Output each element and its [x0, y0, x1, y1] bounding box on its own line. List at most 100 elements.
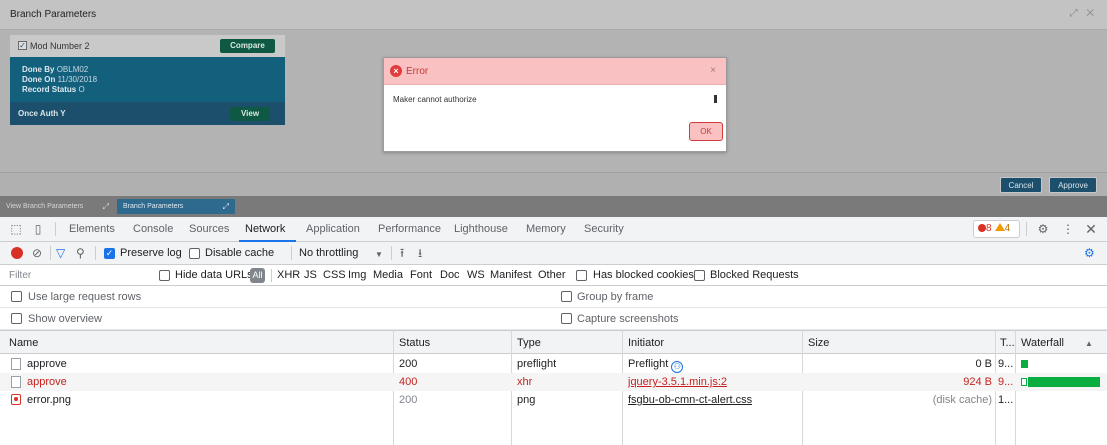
- disable-cache-label: Disable cache: [205, 247, 275, 259]
- close-icon[interactable]: ×: [710, 65, 716, 76]
- filter-type-xhr[interactable]: XHR: [277, 269, 300, 281]
- ok-button[interactable]: OK: [689, 122, 723, 141]
- divider: [391, 246, 392, 260]
- show-overview-checkbox[interactable]: [11, 313, 22, 324]
- mod-card-details: Done By OBLM02 Done On 11/30/2018 Record…: [10, 57, 285, 102]
- mod-checkbox[interactable]: ✓: [18, 41, 27, 50]
- filter-type-css[interactable]: CSS: [323, 269, 346, 281]
- error-dialog: × Error × Maker cannot authorize OK: [383, 57, 727, 152]
- network-toolbar: ⊘ ▽ ⚲ ✓ Preserve log Disable cache No th…: [0, 242, 1107, 265]
- request-type: preflight: [517, 358, 557, 370]
- filter-type-manifest[interactable]: Manifest: [490, 269, 532, 281]
- image-file-icon: [11, 394, 21, 405]
- tab-console[interactable]: Console: [133, 223, 173, 235]
- column-waterfall[interactable]: Waterfall: [1021, 337, 1064, 349]
- filter-type-js[interactable]: JS: [304, 269, 317, 281]
- tab-network[interactable]: Network: [245, 223, 285, 235]
- restore-icon: ⤢: [222, 202, 229, 211]
- dropdown-arrow-icon[interactable]: ▼: [375, 248, 383, 262]
- filter-type-all[interactable]: All: [250, 268, 265, 283]
- device-toolbar-icon[interactable]: ▯: [31, 222, 45, 236]
- tab-security[interactable]: Security: [584, 223, 624, 235]
- column-name[interactable]: Name: [9, 337, 38, 349]
- compare-button[interactable]: Compare: [220, 39, 275, 53]
- column-type[interactable]: Type: [517, 337, 541, 349]
- request-type: xhr: [517, 376, 533, 388]
- request-time: 9...: [998, 358, 1014, 370]
- capture-screenshots-checkbox[interactable]: [561, 313, 572, 324]
- tab-application[interactable]: Application: [306, 223, 360, 235]
- export-har-icon[interactable]: ⭳: [418, 246, 422, 260]
- filter-input[interactable]: Filter: [9, 270, 31, 281]
- record-status-value: O: [78, 85, 85, 94]
- mod-card-header: ✓ Mod Number 2 Compare: [10, 35, 285, 57]
- request-initiator-link[interactable]: fsgbu-ob-cmn-ct-alert.css: [628, 394, 752, 406]
- tab-lighthouse[interactable]: Lighthouse: [454, 223, 508, 235]
- issues-badge[interactable]: 84: [973, 220, 1020, 238]
- filter-type-doc[interactable]: Doc: [440, 269, 460, 281]
- divider: [271, 269, 272, 282]
- warning-count: 4: [1004, 223, 1011, 234]
- request-name: approve: [27, 358, 67, 370]
- options-row-2: Show overview Capture screenshots: [0, 308, 1107, 330]
- network-settings-icon[interactable]: ⚙: [1084, 246, 1095, 260]
- filter-type-font[interactable]: Font: [410, 269, 432, 281]
- search-icon[interactable]: ⚲: [76, 246, 85, 260]
- import-har-icon[interactable]: ⭱: [400, 246, 404, 260]
- column-time[interactable]: T...: [1000, 337, 1015, 349]
- request-time: 9...: [998, 376, 1014, 388]
- taskbar-item-view-branch-parameters[interactable]: View Branch Parameters ⤢: [0, 199, 115, 214]
- large-rows-checkbox[interactable]: [11, 291, 22, 302]
- filter-bar: Filter Hide data URLs All XHR JS CSS Img…: [0, 265, 1107, 286]
- table-row[interactable]: approve 200 preflight Preflight ⚇ 0 B 9..…: [0, 355, 1107, 373]
- column-initiator[interactable]: Initiator: [628, 337, 664, 349]
- clear-icon[interactable]: ⊘: [32, 246, 42, 260]
- tab-elements[interactable]: Elements: [69, 223, 115, 235]
- warning-icon: [994, 223, 1005, 231]
- more-options-icon[interactable]: ⋮: [1061, 222, 1075, 236]
- sort-ascending-icon[interactable]: ▲: [1085, 339, 1093, 348]
- hide-data-urls-checkbox[interactable]: [159, 270, 170, 281]
- close-devtools-icon[interactable]: ✕: [1084, 222, 1098, 236]
- table-row[interactable]: approve 400 xhr jquery-3.5.1.min.js:2 92…: [0, 373, 1107, 391]
- taskbar-item-label: Branch Parameters: [123, 203, 184, 210]
- preserve-log-checkbox[interactable]: ✓: [104, 248, 115, 259]
- request-status: 200: [399, 394, 418, 406]
- error-message: Maker cannot authorize: [393, 95, 477, 104]
- filter-type-other[interactable]: Other: [538, 269, 566, 281]
- dialog-scrollbar[interactable]: [714, 95, 717, 103]
- window-controls[interactable]: ⤢ ✕: [1070, 8, 1097, 19]
- approve-button[interactable]: Approve: [1049, 177, 1097, 193]
- settings-gear-icon[interactable]: ⚙: [1036, 222, 1050, 236]
- taskbar-item-label: View Branch Parameters: [6, 203, 84, 210]
- inspect-element-icon[interactable]: ⬚: [9, 222, 23, 236]
- tab-performance[interactable]: Performance: [378, 223, 441, 235]
- record-icon[interactable]: [11, 247, 23, 259]
- divider: [1026, 222, 1027, 236]
- taskbar-item-branch-parameters[interactable]: Branch Parameters ⤢: [117, 199, 235, 214]
- column-size[interactable]: Size: [808, 337, 829, 349]
- column-status[interactable]: Status: [399, 337, 430, 349]
- window-title: Branch Parameters: [10, 9, 97, 20]
- cancel-button[interactable]: Cancel: [1000, 177, 1042, 193]
- blocked-requests-label: Blocked Requests: [710, 269, 799, 281]
- filter-icon[interactable]: ▽: [56, 246, 65, 260]
- mod-number-label: Mod Number 2: [30, 41, 90, 51]
- request-size: 924 B: [963, 376, 992, 388]
- table-row[interactable]: error.png 200 png fsgbu-ob-cmn-ct-alert.…: [0, 391, 1107, 409]
- disable-cache-checkbox[interactable]: [189, 248, 200, 259]
- request-initiator-link[interactable]: jquery-3.5.1.min.js:2: [628, 376, 727, 388]
- filter-type-img[interactable]: Img: [348, 269, 366, 281]
- blocked-requests-checkbox[interactable]: [694, 270, 705, 281]
- capture-screenshots-label: Capture screenshots: [577, 313, 679, 325]
- tab-sources[interactable]: Sources: [189, 223, 229, 235]
- filter-type-media[interactable]: Media: [373, 269, 403, 281]
- group-by-frame-checkbox[interactable]: [561, 291, 572, 302]
- preflight-globe-icon[interactable]: ⚇: [671, 361, 684, 373]
- throttling-select[interactable]: No throttling: [299, 247, 358, 259]
- has-blocked-cookies-checkbox[interactable]: [576, 270, 587, 281]
- tab-memory[interactable]: Memory: [526, 223, 566, 235]
- view-button[interactable]: View: [230, 107, 270, 121]
- filter-type-ws[interactable]: WS: [467, 269, 485, 281]
- document-icon: [11, 376, 21, 388]
